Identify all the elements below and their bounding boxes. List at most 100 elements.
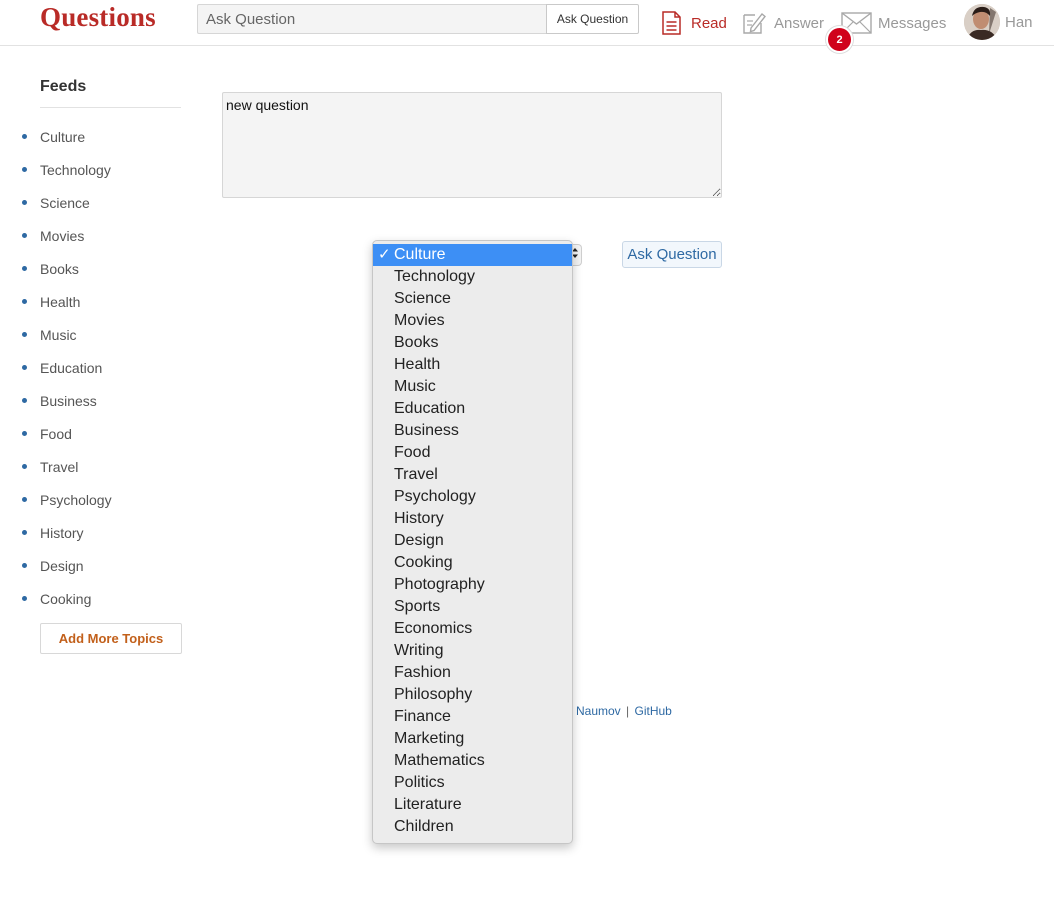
dropdown-option-culture[interactable]: ✓ Culture <box>373 244 572 266</box>
search-input[interactable] <box>197 4 547 34</box>
dropdown-option[interactable]: Cooking <box>373 552 572 574</box>
dropdown-option[interactable]: Politics <box>373 772 572 794</box>
dropdown-option[interactable]: Marketing <box>373 728 572 750</box>
bullet-icon <box>22 365 27 370</box>
dropdown-option[interactable]: Literature <box>373 794 572 816</box>
option-label: Culture <box>394 246 446 263</box>
bullet-icon <box>22 596 27 601</box>
dropdown-option[interactable]: Food <box>373 442 572 464</box>
notification-badge: 2 <box>826 26 853 53</box>
sidebar-item-business[interactable]: Business <box>22 384 112 417</box>
topic-label: Books <box>40 260 79 277</box>
sidebar-item-health[interactable]: Health <box>22 285 112 318</box>
dropdown-option[interactable]: Music <box>373 376 572 398</box>
github-link[interactable]: GitHub <box>635 704 672 718</box>
dropdown-option[interactable]: Movies <box>373 310 572 332</box>
dropdown-option[interactable]: Education <box>373 398 572 420</box>
question-textarea[interactable]: new question <box>222 92 722 198</box>
sidebar-item-culture[interactable]: Culture <box>22 120 112 153</box>
nav-messages-label: Messages <box>878 14 947 32</box>
dropdown-option[interactable]: History <box>373 508 572 530</box>
topic-label: Music <box>40 326 77 343</box>
bullet-icon <box>22 134 27 139</box>
dropdown-option[interactable]: Writing <box>373 640 572 662</box>
search-ask-button[interactable]: Ask Question <box>546 4 639 34</box>
topic-label: Design <box>40 557 84 574</box>
bullet-icon <box>22 200 27 205</box>
topic-label: Education <box>40 359 103 376</box>
topic-label: Cooking <box>40 590 92 607</box>
sidebar-item-technology[interactable]: Technology <box>22 153 112 186</box>
feeds-heading: Feeds <box>40 78 181 108</box>
bullet-icon <box>22 233 27 238</box>
sidebar-item-psychology[interactable]: Psychology <box>22 483 112 516</box>
dropdown-option[interactable]: Sports <box>373 596 572 618</box>
topic-label: Business <box>40 392 97 409</box>
sidebar-item-music[interactable]: Music <box>22 318 112 351</box>
sidebar-item-books[interactable]: Books <box>22 252 112 285</box>
dropdown-option[interactable]: Photography <box>373 574 572 596</box>
dropdown-option[interactable]: Philosophy <box>373 684 572 706</box>
dropdown-option[interactable]: Business <box>373 420 572 442</box>
nav-read-label: Read <box>691 14 727 32</box>
nav-answer[interactable]: Answer <box>742 6 824 40</box>
dropdown-option[interactable]: Books <box>373 332 572 354</box>
avatar <box>964 4 1000 40</box>
bullet-icon <box>22 431 27 436</box>
topic-label: Health <box>40 293 81 310</box>
bullet-icon <box>22 299 27 304</box>
site-logo[interactable]: Questions <box>40 2 156 33</box>
topic-label: Food <box>40 425 72 442</box>
dropdown-option[interactable]: Travel <box>373 464 572 486</box>
sidebar-item-food[interactable]: Food <box>22 417 112 450</box>
dropdown-option[interactable]: Economics <box>373 618 572 640</box>
nav-messages[interactable]: Messages <box>841 6 946 40</box>
sidebar-item-cooking[interactable]: Cooking <box>22 582 112 615</box>
dropdown-option[interactable]: Health <box>373 354 572 376</box>
topic-label: Technology <box>40 161 111 178</box>
bullet-icon <box>22 398 27 403</box>
dropdown-option[interactable]: Children <box>373 816 572 838</box>
top-navbar: Questions Ask Question Read Answer <box>0 0 1054 53</box>
add-more-topics-button[interactable]: Add More Topics <box>40 623 182 654</box>
bullet-icon <box>22 332 27 337</box>
profile-name: Han <box>1005 13 1033 31</box>
topic-label: Science <box>40 194 90 211</box>
bullet-icon <box>22 563 27 568</box>
nav-profile[interactable]: Han <box>964 4 1033 40</box>
ask-question-button[interactable]: Ask Question <box>622 241 722 268</box>
sidebar-item-movies[interactable]: Movies <box>22 219 112 252</box>
topic-label: Culture <box>40 128 86 145</box>
sidebar-item-design[interactable]: Design <box>22 549 112 582</box>
sidebar-item-science[interactable]: Science <box>22 186 112 219</box>
topic-feed-list: Culture Technology Science Movies Books … <box>22 120 112 615</box>
topic-dropdown-menu: ✓ Culture Technology Science Movies Book… <box>372 240 573 844</box>
dropdown-option[interactable]: Psychology <box>373 486 572 508</box>
author-link[interactable]: Naumov <box>576 704 621 718</box>
dropdown-option[interactable]: Science <box>373 288 572 310</box>
bullet-icon <box>22 530 27 535</box>
topic-label: Movies <box>40 227 85 244</box>
dropdown-option[interactable]: Mathematics <box>373 750 572 772</box>
bullet-icon <box>22 464 27 469</box>
topic-label: Travel <box>40 458 79 475</box>
sidebar-item-education[interactable]: Education <box>22 351 112 384</box>
topic-label: History <box>40 524 84 541</box>
dropdown-option[interactable]: Technology <box>373 266 572 288</box>
dropdown-option[interactable]: Finance <box>373 706 572 728</box>
dropdown-option[interactable]: Design <box>373 530 572 552</box>
bullet-icon <box>22 497 27 502</box>
sidebar-item-history[interactable]: History <box>22 516 112 549</box>
bullet-icon <box>22 167 27 172</box>
edit-pencil-icon <box>742 11 766 35</box>
footer-separator: | <box>626 704 630 718</box>
nav-answer-label: Answer <box>774 14 825 32</box>
document-icon <box>661 11 682 35</box>
topic-label: Psychology <box>40 491 112 508</box>
footer-links: Naumov | GitHub <box>576 704 672 718</box>
nav-read[interactable]: Read <box>661 6 727 40</box>
check-icon: ✓ <box>378 246 391 263</box>
bullet-icon <box>22 266 27 271</box>
dropdown-option[interactable]: Fashion <box>373 662 572 684</box>
sidebar-item-travel[interactable]: Travel <box>22 450 112 483</box>
